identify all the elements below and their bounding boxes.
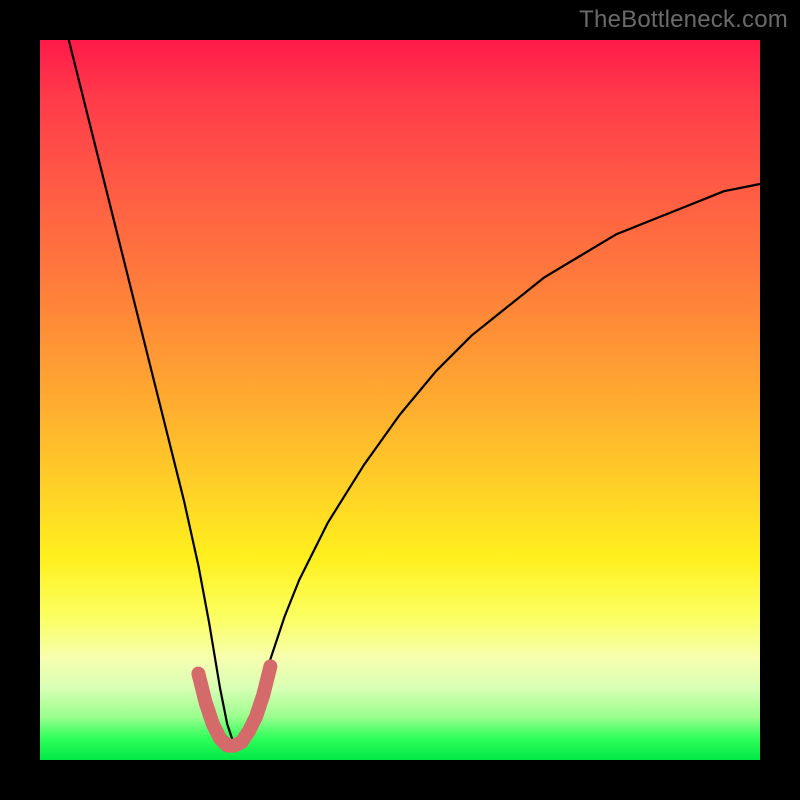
bottom-marker — [198, 666, 270, 745]
plot-area — [40, 40, 760, 760]
chart-frame: TheBottleneck.com — [0, 0, 800, 800]
watermark-text: TheBottleneck.com — [579, 6, 788, 34]
bottleneck-curve — [69, 40, 760, 746]
chart-svg — [40, 40, 760, 760]
